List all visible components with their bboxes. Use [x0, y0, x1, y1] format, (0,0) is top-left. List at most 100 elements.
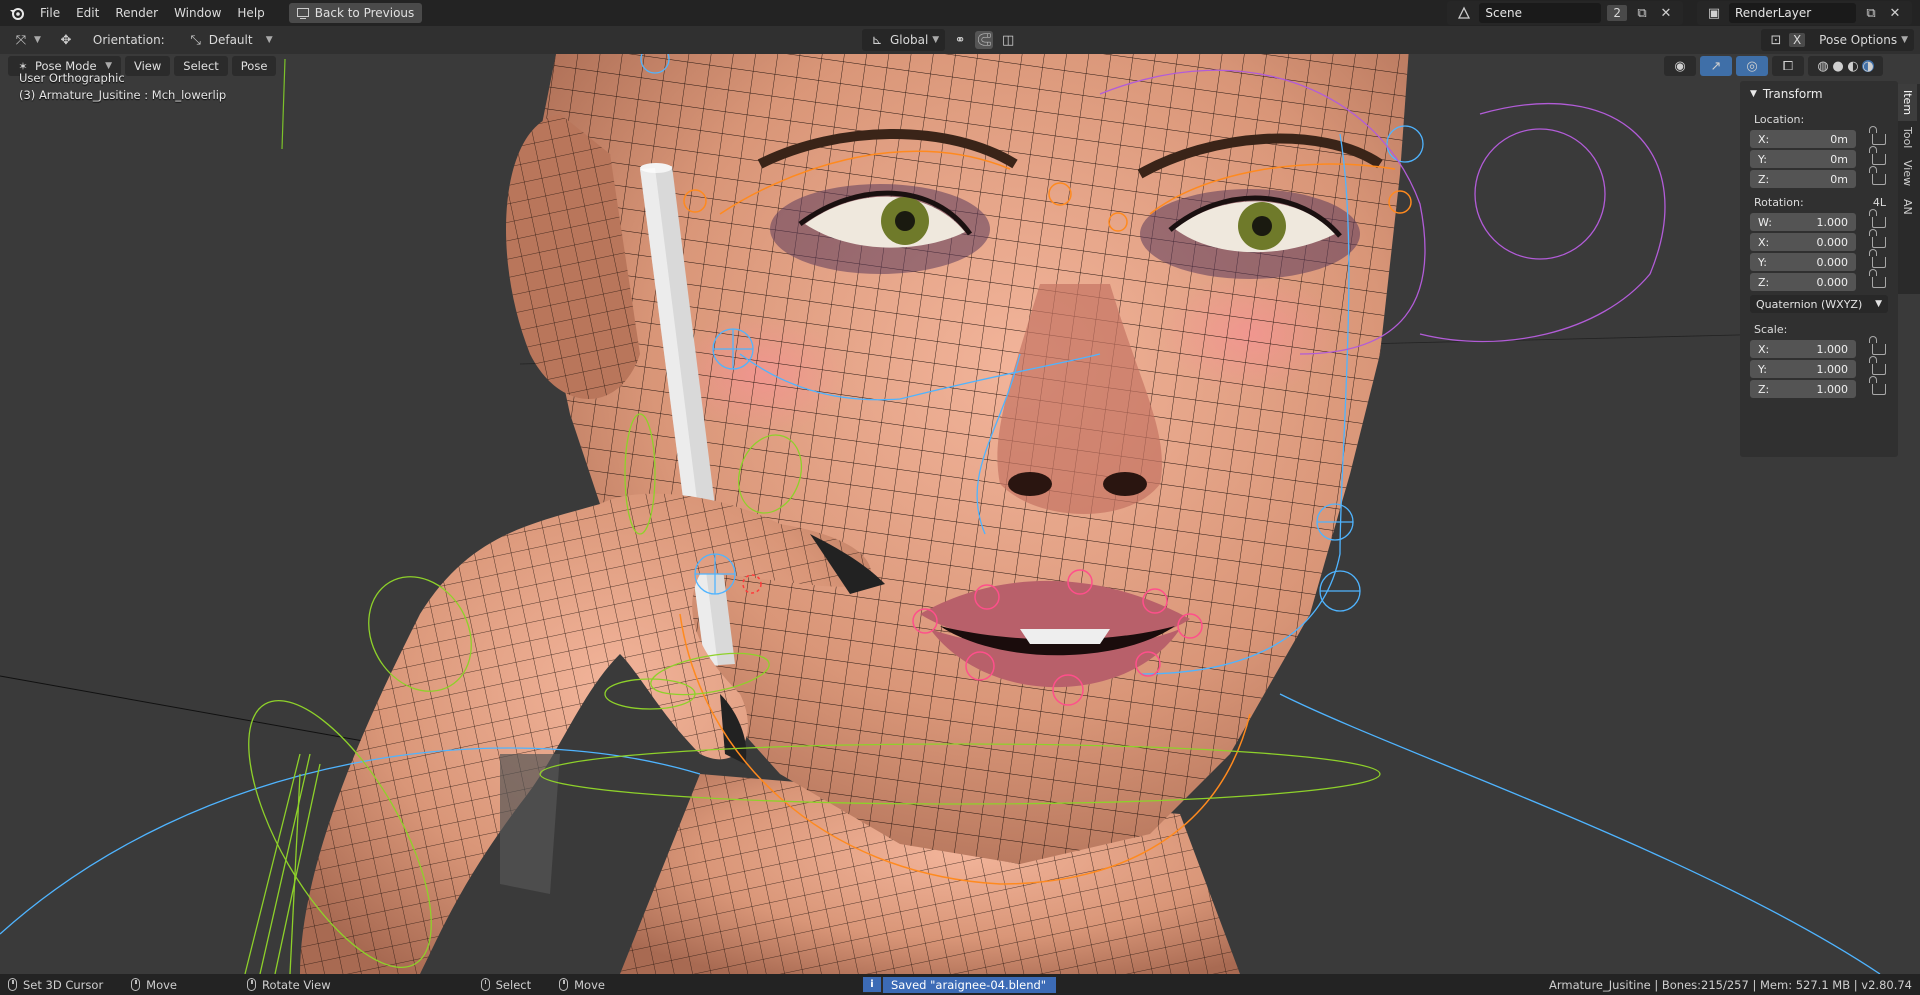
scene-statistics: Armature_Jusitine | Bones:215/257 | Mem:…: [1549, 977, 1912, 992]
transform-panel-header[interactable]: ▼ Transform: [1740, 81, 1898, 107]
scene-icon: [1455, 4, 1473, 22]
viewport-menu-view[interactable]: View: [125, 56, 171, 76]
transform-panel: ▼ Transform Location: X: 0m Y: 0m Z: 0m Rot…: [1740, 81, 1898, 457]
status-hint-move2: Move: [559, 978, 605, 992]
duplicate-layer-icon[interactable]: ⧉: [1862, 4, 1880, 22]
rotation-w-field[interactable]: W: 1.000: [1750, 213, 1856, 231]
menu-file[interactable]: File: [32, 3, 68, 23]
orientation-value: Default: [208, 33, 253, 47]
scale-label: Scale:: [1754, 323, 1788, 336]
pivot-icon[interactable]: ⚭: [951, 31, 969, 49]
scene-user-count: 2: [1607, 5, 1627, 21]
active-object-info: (3) Armature_Jusitine : Mch_lowerlip: [19, 88, 227, 102]
scale-x-field[interactable]: X: 1.000: [1750, 340, 1856, 358]
material-shading-icon[interactable]: ◐: [1847, 59, 1859, 74]
top-bar: File Edit Render Window Help Back to Pre…: [0, 0, 1920, 26]
back-to-previous-label: Back to Previous: [314, 6, 415, 20]
pose-options-icon: ⊡: [1770, 32, 1782, 48]
transform-title: Transform: [1762, 87, 1823, 101]
scale-z-field[interactable]: Z: 1.000: [1750, 380, 1856, 398]
menu-window[interactable]: Window: [166, 3, 229, 23]
location-y-field[interactable]: Y: 0m: [1750, 150, 1856, 168]
wireframe-shading-icon[interactable]: ◍: [1817, 59, 1829, 74]
rotation-4l-toggle[interactable]: 4L: [1873, 196, 1886, 209]
mouse-right-drag-icon: [559, 978, 569, 991]
shading-modes[interactable]: ◍ ● ◐ ◑: [1808, 56, 1883, 76]
chevron-down-icon: ▼: [1875, 299, 1882, 309]
pose-options-dropdown[interactable]: ⊡ X Pose Options ▼: [1760, 29, 1914, 51]
rotation-y-field[interactable]: Y: 0.000: [1750, 253, 1856, 271]
collapse-icon: ▼: [1750, 89, 1757, 99]
lock-icon[interactable]: [1869, 125, 1886, 145]
lock-icon[interactable]: [1869, 208, 1886, 228]
transform-space-dropdown[interactable]: ⊾ Global ▼: [862, 29, 946, 51]
rotation-z-field[interactable]: Z: 0.000: [1750, 273, 1856, 291]
editor-type-dropdown[interactable]: ⤧ ▼: [6, 29, 47, 51]
rendered-shading-icon[interactable]: ◑: [1862, 59, 1874, 74]
tool-settings-bar: ⤧ ▼ ✥ Orientation: ⤡ Default ▼ ⊾ Global ▼…: [0, 26, 1920, 54]
renderlayer-selector[interactable]: ▣ RenderLayer ⧉ ✕: [1697, 1, 1912, 25]
duplicate-scene-icon[interactable]: ⧉: [1633, 4, 1651, 22]
renderlayer-icon: ▣: [1707, 5, 1721, 21]
delete-layer-icon[interactable]: ✕: [1886, 4, 1904, 22]
lock-icon[interactable]: [1869, 335, 1886, 355]
lock-icon[interactable]: [1869, 248, 1886, 268]
xray-icon: ⧠: [1782, 58, 1794, 74]
lock-icon[interactable]: [1869, 375, 1886, 395]
snap-icon[interactable]: 🧲︎: [975, 31, 994, 49]
screen-icon: [296, 7, 309, 19]
status-hint-set-cursor: Set 3D Cursor: [8, 978, 103, 992]
mouse-middle-icon: [247, 978, 257, 991]
delete-scene-icon[interactable]: ✕: [1657, 4, 1675, 22]
scene-name-field[interactable]: Scene: [1479, 3, 1602, 23]
mouse-right-icon: [480, 978, 490, 991]
proportional-edit-icon[interactable]: ◫: [999, 31, 1017, 49]
gizmo-icon: ↗: [1710, 58, 1722, 74]
lock-icon[interactable]: [1869, 165, 1886, 185]
blender-logo-icon[interactable]: [8, 4, 26, 22]
menu-render[interactable]: Render: [107, 3, 166, 23]
solid-shading-icon[interactable]: ●: [1832, 59, 1844, 74]
sidebar-tab-item[interactable]: Item: [1898, 84, 1917, 122]
lock-icon[interactable]: [1869, 145, 1886, 165]
overlays-dropdown[interactable]: ◎: [1736, 56, 1768, 76]
lock-icon[interactable]: [1869, 268, 1886, 288]
global-axes-icon: ⊾: [871, 32, 883, 48]
location-z-field[interactable]: Z: 0m: [1750, 170, 1856, 188]
status-bar: Set 3D Cursor Move Rotate View Select Mo…: [0, 974, 1920, 995]
transform-space-value: Global: [890, 33, 929, 47]
gizmo-dropdown[interactable]: ↗: [1700, 56, 1732, 76]
lock-icon[interactable]: [1869, 228, 1886, 248]
menu-edit[interactable]: Edit: [68, 3, 107, 23]
transform-tool-icon: ⤧: [15, 32, 27, 48]
viewport-menu-pose[interactable]: Pose: [231, 56, 277, 76]
back-to-previous-button[interactable]: Back to Previous: [288, 3, 423, 23]
info-icon: i: [862, 977, 881, 992]
status-message: i Saved "araignee-04.blend": [862, 976, 1057, 993]
pose-options-x: X: [1788, 33, 1806, 47]
visibility-dropdown[interactable]: ◉: [1664, 56, 1696, 76]
sidebar-tab-tool[interactable]: Tool: [1898, 121, 1917, 154]
view-name: User Orthographic: [19, 71, 125, 85]
mouse-drag-icon: [131, 978, 141, 991]
eye-icon: ◉: [1674, 58, 1686, 74]
sidebar-tab-view[interactable]: View: [1898, 154, 1917, 192]
orientation-dropdown[interactable]: ⤡ Default ▼: [181, 29, 279, 51]
lock-icon[interactable]: [1869, 355, 1886, 375]
3d-viewport[interactable]: ✶ Pose Mode ▼ View Select Pose ◉ ↗ ◎ ⧠ ◍…: [0, 54, 1920, 974]
scale-y-field[interactable]: Y: 1.000: [1750, 360, 1856, 378]
sidebar-tabs: Item Tool View AN: [1898, 84, 1920, 294]
status-hint-select: Select: [480, 978, 531, 992]
orientation-icon: ⤡: [190, 32, 201, 48]
location-x-field[interactable]: X: 0m: [1750, 130, 1856, 148]
mouse-left-icon: [8, 978, 17, 991]
rotation-mode-select[interactable]: Quaternion (WXYZ) ▼: [1750, 295, 1888, 313]
renderlayer-name-field[interactable]: RenderLayer: [1729, 3, 1856, 23]
xray-toggle[interactable]: ⧠: [1772, 56, 1804, 76]
sidebar-tab-an[interactable]: AN: [1898, 193, 1917, 221]
viewport-menu-select[interactable]: Select: [174, 56, 228, 76]
scene-selector[interactable]: Scene 2 ⧉ ✕: [1447, 1, 1683, 25]
menu-help[interactable]: Help: [229, 3, 272, 23]
rotation-x-field[interactable]: X: 0.000: [1750, 233, 1856, 251]
move-gizmo-icon[interactable]: ✥: [57, 31, 75, 49]
